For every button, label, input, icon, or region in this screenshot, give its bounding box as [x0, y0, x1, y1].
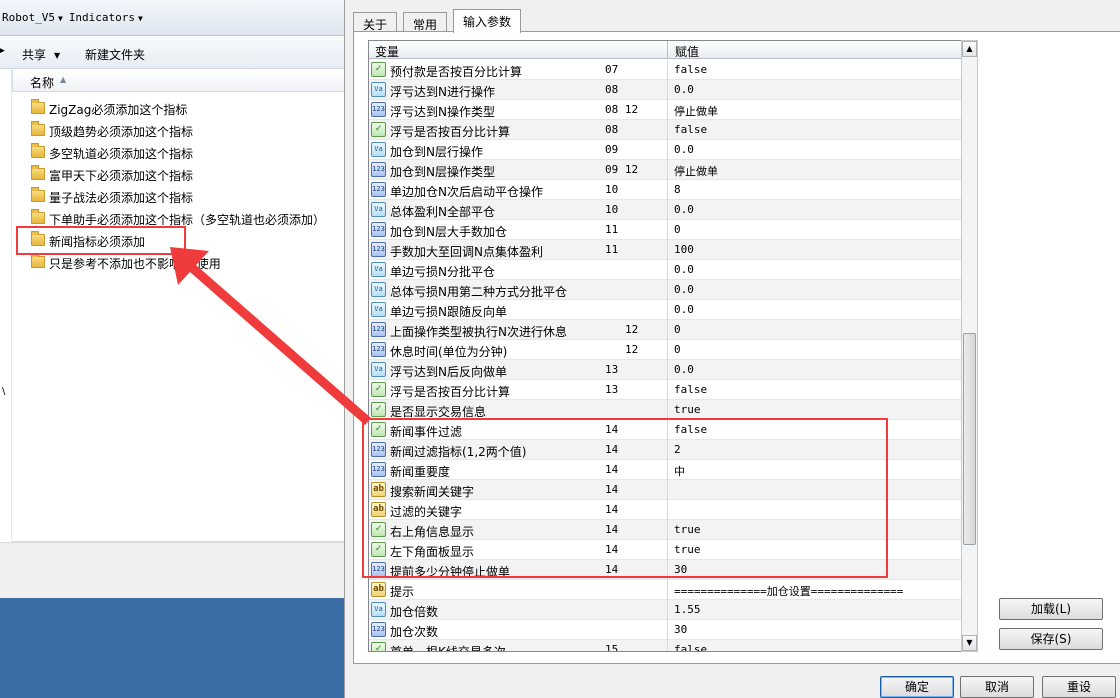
annotation-arrow [170, 247, 371, 425]
tab-inputs[interactable]: 输入参数 [453, 9, 522, 33]
annotation-arrow-shape [170, 247, 371, 425]
